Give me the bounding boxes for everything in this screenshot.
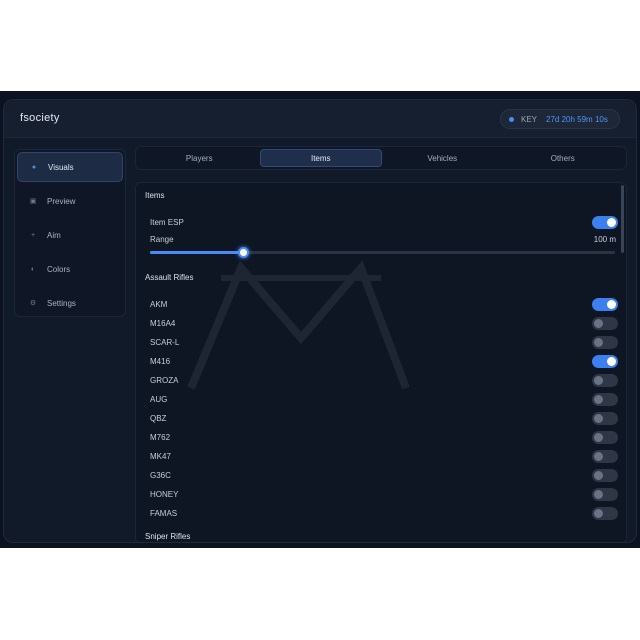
- weapon-label-honey: HONEY: [150, 490, 179, 499]
- toggle-knob: [594, 414, 603, 423]
- item-esp-toggle[interactable]: [592, 216, 618, 229]
- key-status-badge: KEY 27d 20h 59m 10s: [500, 109, 620, 129]
- range-value: 100 m: [593, 235, 616, 244]
- toggle-knob: [607, 218, 616, 227]
- weapon-label-m762: M762: [150, 433, 171, 442]
- weapon-toggle-akm[interactable]: [592, 298, 618, 311]
- status-dot-icon: [509, 116, 514, 122]
- sidebar-item-label: Visuals: [48, 162, 74, 172]
- weapon-toggle-qbz[interactable]: [592, 412, 618, 425]
- range-label: Range: [150, 235, 174, 244]
- key-expiry-value: 27d 20h 59m 10s: [546, 114, 608, 124]
- weapon-toggle-m762[interactable]: [592, 431, 618, 444]
- sidebar-item-visuals[interactable]: ● Visuals: [17, 152, 123, 182]
- weapon-label-akm: AKM: [150, 300, 168, 309]
- sidebar-item-colors[interactable]: ◐ Colors: [17, 254, 123, 284]
- range-slider[interactable]: [150, 247, 615, 258]
- item-esp-label: Item ESP: [150, 218, 184, 227]
- toggle-knob: [594, 376, 603, 385]
- weapon-toggle-groza[interactable]: [592, 374, 618, 387]
- sidebar-item-label: Colors: [47, 264, 71, 274]
- settings-panel: Items Item ESP Range 100 m Assault Rifle…: [135, 182, 627, 542]
- sidebar: ● Visuals ▣ Preview + Aim ◐ Colors ⚙ Set…: [14, 149, 126, 317]
- weapon-label-qbz: QBZ: [150, 414, 167, 423]
- toggle-knob: [594, 452, 603, 461]
- logo-watermark-icon: [187, 260, 410, 390]
- key-label: KEY: [521, 114, 538, 124]
- sidebar-item-preview[interactable]: ▣ Preview: [17, 186, 123, 216]
- sidebar-item-settings[interactable]: ⚙ Settings: [17, 288, 123, 318]
- toggle-knob: [607, 300, 616, 309]
- toggle-knob: [607, 357, 616, 366]
- toggle-knob: [594, 338, 603, 347]
- range-slider-handle[interactable]: [238, 247, 249, 258]
- section-title-items: Items: [145, 191, 165, 200]
- tab-items[interactable]: Items: [259, 149, 382, 167]
- section-title-sniper-rifles: Sniper Rifles: [145, 532, 191, 541]
- weapon-toggle-scar-l[interactable]: [592, 336, 618, 349]
- app-window: fsociety KEY 27d 20h 59m 10s ● Visuals ▣…: [3, 99, 637, 543]
- toggle-knob: [594, 319, 603, 328]
- sidebar-item-label: Aim: [47, 230, 61, 240]
- palette-icon: ◐: [30, 265, 36, 273]
- weapon-label-mk47: MK47: [150, 452, 171, 461]
- weapon-label-m16a4: M16A4: [150, 319, 176, 328]
- weapon-label-m416: M416: [150, 357, 171, 366]
- weapon-label-aug: AUG: [150, 395, 168, 404]
- sidebar-item-aim[interactable]: + Aim: [17, 220, 123, 250]
- toggle-knob: [594, 433, 603, 442]
- weapon-toggle-honey[interactable]: [592, 488, 618, 501]
- weapon-toggle-mk47[interactable]: [592, 450, 618, 463]
- weapon-toggle-m416[interactable]: [592, 355, 618, 368]
- app-background: fsociety KEY 27d 20h 59m 10s ● Visuals ▣…: [0, 91, 640, 548]
- toggle-knob: [594, 490, 603, 499]
- app-title: fsociety: [20, 112, 60, 124]
- tab-vehicles[interactable]: Vehicles: [382, 149, 503, 167]
- toggle-knob: [594, 509, 603, 518]
- weapon-toggle-aug[interactable]: [592, 393, 618, 406]
- toggle-knob: [594, 471, 603, 480]
- weapon-toggle-m16a4[interactable]: [592, 317, 618, 330]
- range-slider-fill: [150, 251, 243, 254]
- dot-icon: ●: [31, 163, 37, 171]
- tab-bar: Players Items Vehicles Others: [135, 146, 627, 170]
- sidebar-item-label: Settings: [47, 298, 76, 308]
- gear-icon: ⚙: [29, 300, 37, 307]
- sidebar-item-label: Preview: [47, 196, 76, 206]
- section-title-assault-rifles: Assault Rifles: [145, 273, 194, 282]
- weapon-label-groza: GROZA: [150, 376, 179, 385]
- tab-players[interactable]: Players: [139, 149, 260, 167]
- crosshair-icon: +: [30, 231, 36, 239]
- scrollbar-thumb[interactable]: [621, 185, 624, 253]
- weapon-toggle-famas[interactable]: [592, 507, 618, 520]
- square-icon: ▣: [29, 198, 37, 205]
- tab-others[interactable]: Others: [503, 149, 624, 167]
- title-bar: fsociety KEY 27d 20h 59m 10s: [4, 100, 636, 138]
- weapon-label-g36c: G36C: [150, 471, 171, 480]
- weapon-label-famas: FAMAS: [150, 509, 178, 518]
- toggle-knob: [594, 395, 603, 404]
- weapon-toggle-g36c[interactable]: [592, 469, 618, 482]
- weapon-label-scar-l: SCAR-L: [150, 338, 180, 347]
